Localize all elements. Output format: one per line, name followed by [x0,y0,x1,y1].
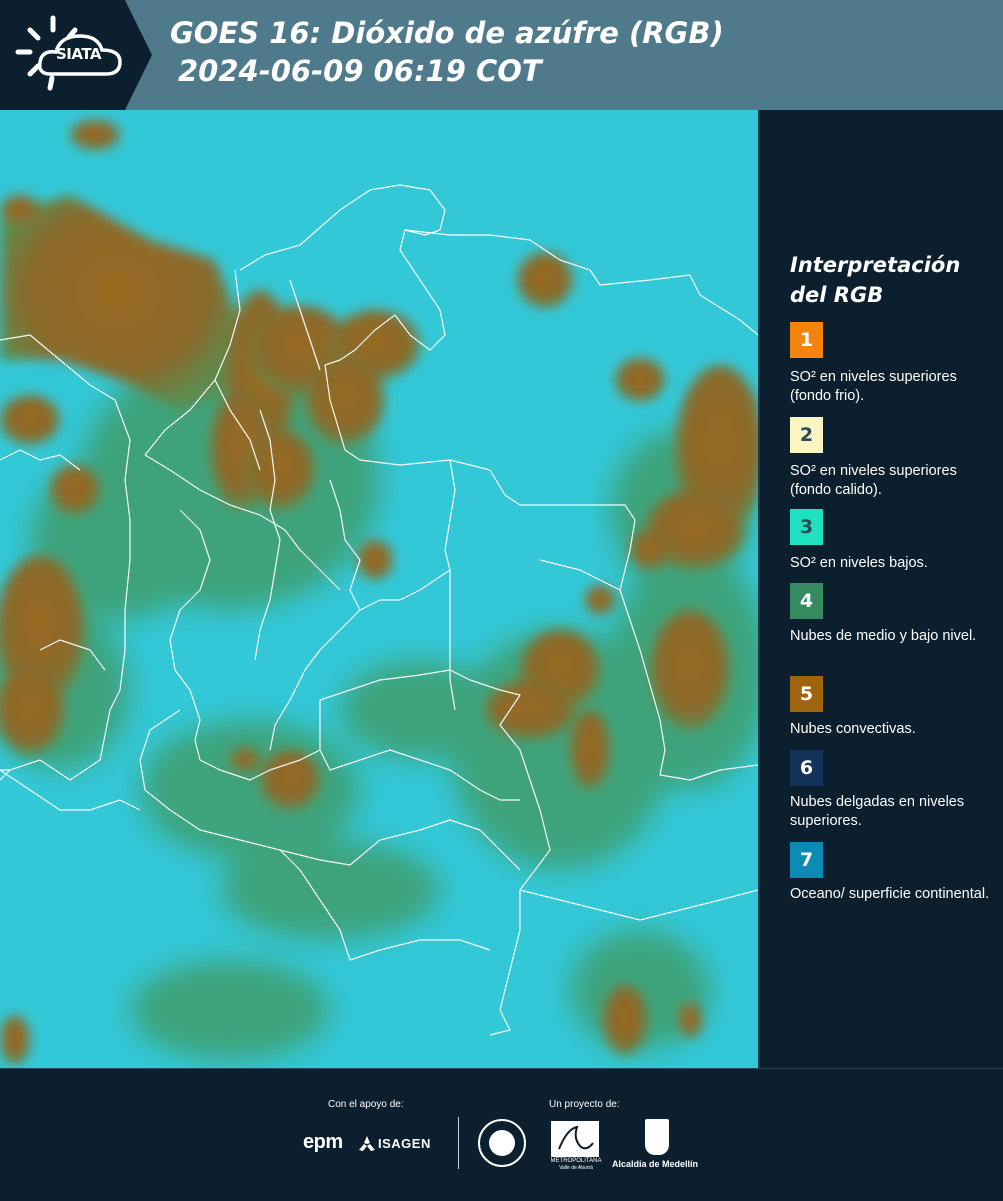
legend-swatch-2: 2 [790,417,823,453]
title-line-1: GOES 16: Dióxido de azúfre (RGB) [170,16,724,50]
area-metropolitana-subtitle: Valle de Aburrá [559,1165,593,1171]
legend-swatch-7: 7 [790,842,823,878]
title-line-2: 2024-06-09 06:19 COT [178,54,542,88]
seal-inner [489,1130,515,1156]
isagen-icon [359,1136,375,1151]
legend-swatch-4: 4 [790,583,823,619]
legend-label-2: SO² en niveles superiores (fondo calido)… [790,463,957,498]
footer-divider [458,1117,459,1169]
legend-swatch-6: 6 [790,750,823,786]
legend-label-7: Oceano/ superficie continental. [790,886,990,902]
project-label: Un proyecto de: [549,1099,620,1110]
footer: Con el apoyo de: Un proyecto de: epm ISA… [0,1068,1003,1201]
legend-label-1: SO² en niveles superiores (fondo frio). [790,369,957,404]
legend-swatch-3: 3 [790,509,823,545]
header-bar: SIATA GOES 16: Dióxido de azúfre (RGB) 2… [0,0,1003,110]
legend-title-line-2: del RGB [790,283,884,307]
legend-label-3: SO² en niveles bajos. [790,555,928,571]
legend-title-line-1: Interpretación [790,253,961,277]
legend-title: Interpretación del RGB [790,250,990,310]
legend-label-5: Nubes convectivas. [790,721,916,737]
logo-text: SIATA [56,45,102,63]
siata-logo: SIATA [0,0,152,110]
alcaldia-label: Alcaldía de Medellín [612,1159,699,1169]
area-metropolitana-logo[interactable] [551,1121,599,1157]
epm-logo[interactable]: epm [303,1131,343,1154]
legend-swatch-5: 5 [790,676,823,712]
legend-label-4: Nubes de medio y bajo nivel. [790,628,977,644]
legend-panel: Interpretación del RGB 1 SO² en niveles … [758,110,1003,1068]
legend-label-6: Nubes delgadas en niveles superiores. [790,794,965,829]
page-title: GOES 16: Dióxido de azúfre (RGB) 2024-06… [170,14,724,90]
isagen-logo[interactable]: ISAGEN [378,1136,431,1151]
area-metropolitana-name: METROPOLITANA [550,1158,602,1164]
legend-swatch-1: 1 [790,322,823,358]
medellin-seal-icon[interactable] [478,1119,526,1167]
alcaldia-shield-icon[interactable] [645,1119,669,1155]
satellite-map[interactable] [0,110,758,1068]
map-svg [0,110,758,1068]
support-label: Con el apoyo de: [328,1099,404,1110]
area-icon [558,1125,594,1150]
